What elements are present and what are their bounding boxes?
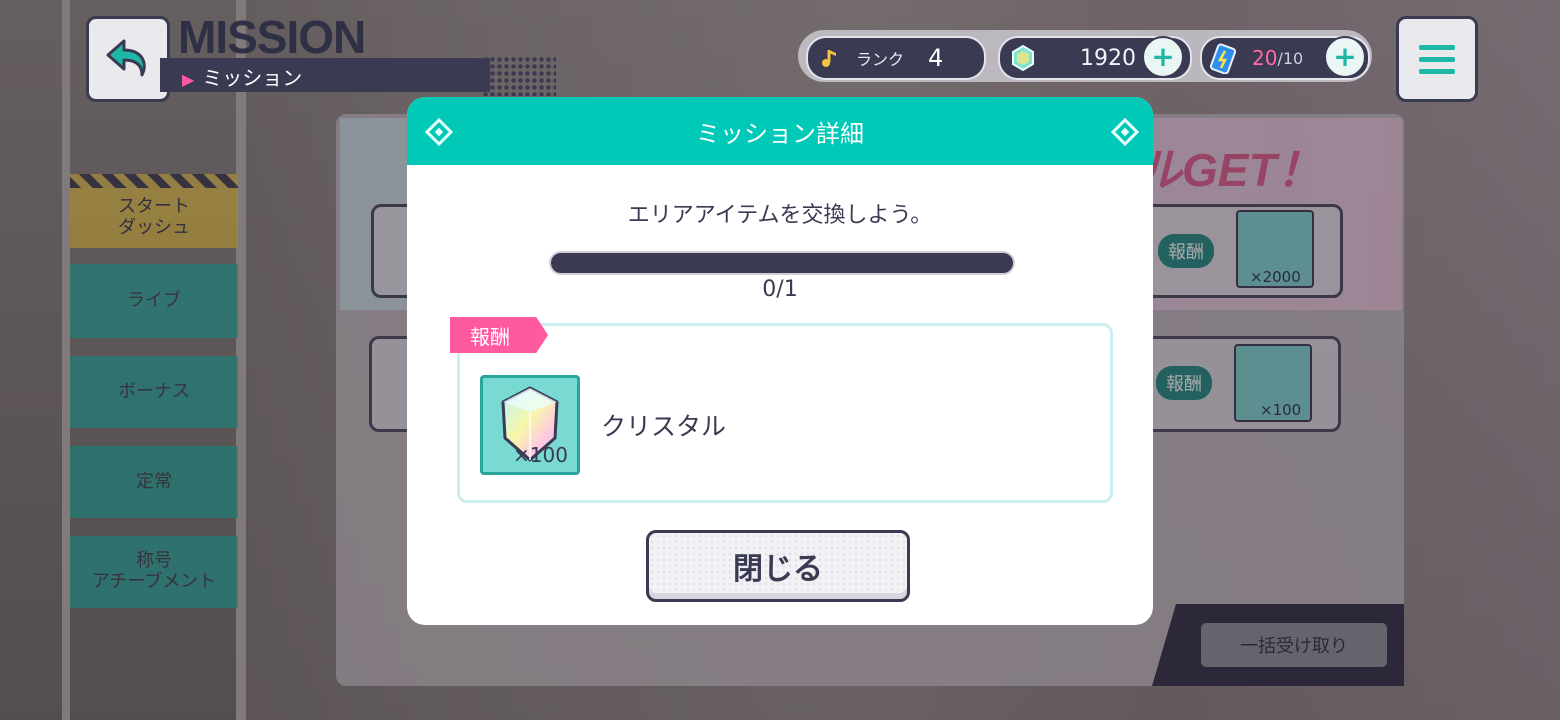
back-button[interactable]: [86, 16, 170, 102]
menu-button[interactable]: [1396, 16, 1478, 102]
add-stamina-button[interactable]: +: [1324, 36, 1366, 78]
page-subtitle-text: ミッション: [202, 66, 303, 90]
back-arrow-icon: [106, 39, 146, 77]
rank-value: 4: [928, 44, 944, 72]
progress-bar: [551, 253, 1013, 273]
reward-item-name: クリスタル: [601, 412, 727, 441]
crystal-count: 1920: [1080, 45, 1136, 71]
progress-text: 0/1: [762, 277, 798, 302]
modal-header: ミッション詳細: [407, 97, 1153, 165]
music-note-icon: [816, 43, 846, 73]
close-button[interactable]: 閉じる: [646, 530, 910, 602]
page-title: MISSION: [178, 11, 366, 63]
mission-description: エリアアイテムを交換しよう。: [627, 203, 933, 228]
crystal-icon: [1012, 44, 1034, 72]
stamina-max: /10: [1277, 48, 1304, 68]
rank-label: ランク: [856, 50, 905, 69]
rank-display: ランク 4: [806, 36, 986, 80]
title-dots: [482, 56, 556, 96]
modal-title: ミッション詳細: [696, 119, 864, 148]
add-crystal-button[interactable]: +: [1142, 36, 1184, 78]
reward-item-quantity: ×100: [513, 443, 568, 467]
menu-icon-line: [1419, 68, 1455, 74]
triangle-icon: ▶: [182, 70, 195, 89]
mission-detail-modal: ミッション詳細 エリアアイテムを交換しよう。 0/1 報酬 ×100 クリスタル…: [407, 97, 1153, 625]
energy-drink-icon: [1209, 43, 1237, 74]
menu-icon-line: [1419, 44, 1455, 50]
menu-icon-line: [1419, 56, 1455, 62]
page-subtitle: ▶ ミッション: [182, 62, 302, 91]
reward-tag: 報酬: [450, 317, 548, 353]
stamina-current: 20: [1252, 46, 1278, 70]
